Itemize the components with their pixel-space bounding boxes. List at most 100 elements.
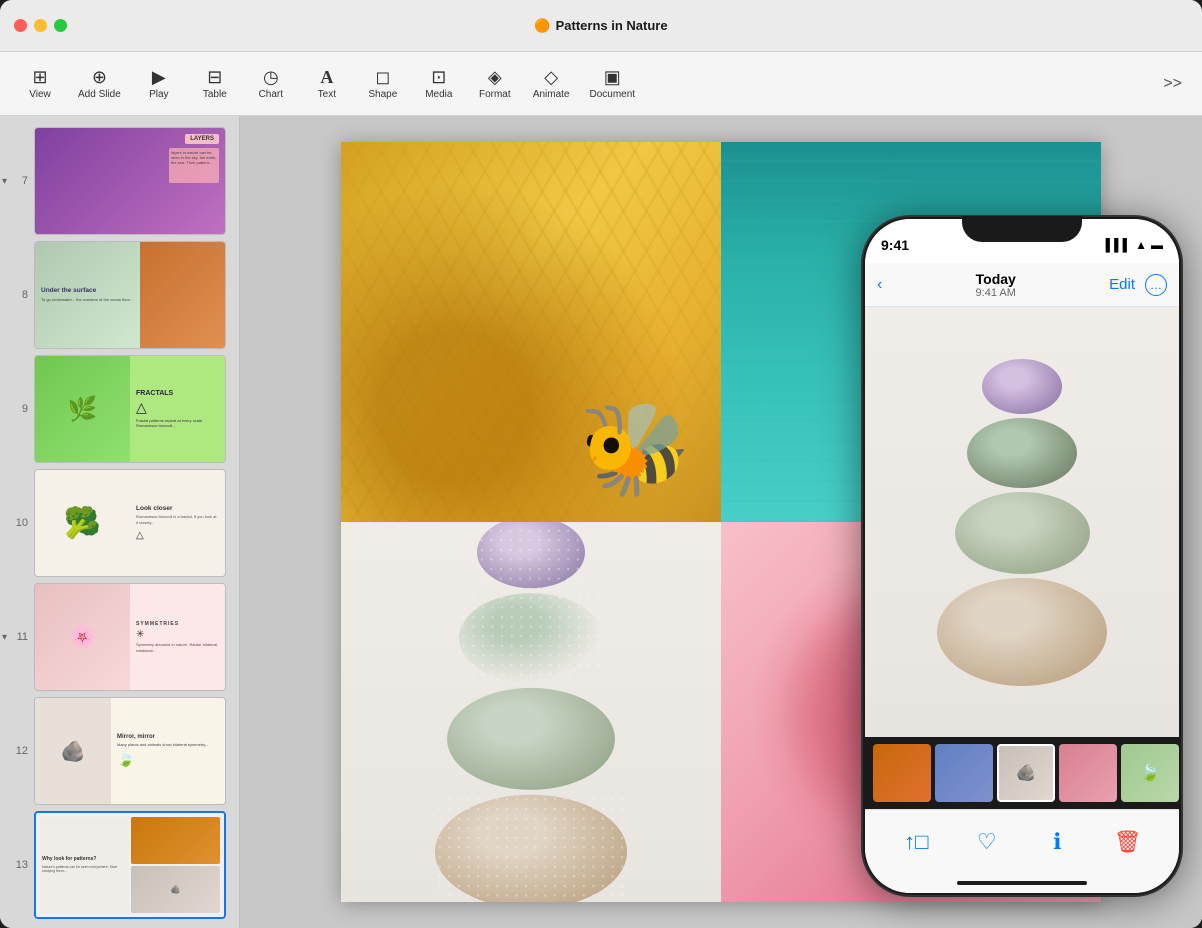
slide-item-12[interactable]: 12 🪨 Mirror, mirror Many plants and anim…	[0, 694, 239, 808]
phone-more-button[interactable]: …	[1145, 274, 1167, 296]
format-label: Format	[479, 89, 511, 100]
phone-toolbar: ↑□ ♡ ℹ 🗑	[865, 809, 1179, 873]
slide-item-7[interactable]: ▾ 7 LAYERS layers in nature can be seen …	[0, 124, 239, 238]
urchin-stack-left	[435, 522, 627, 902]
slide-item-11[interactable]: ▾ 11 🌸 SYMMETRIES ✳ Symmetry abounds in …	[0, 580, 239, 694]
collapse-arrow-7[interactable]: ▾	[2, 176, 7, 187]
urchin-mid2	[447, 687, 615, 789]
animate-icon: ◇	[544, 68, 558, 86]
slide-item-9[interactable]: 9 🌿 FRACTALS △ Fractal patterns repeat a…	[0, 352, 239, 466]
phone-thumbnails: 🪨 🍃	[865, 737, 1179, 809]
slide-thumb-8[interactable]: Under the surface To go underwater... th…	[34, 241, 226, 349]
slide-number-9: 9	[8, 403, 28, 415]
phone-edit-button[interactable]: Edit	[1109, 276, 1135, 293]
slide-thumb-11[interactable]: 🌸 SYMMETRIES ✳ Symmetry abounds in natur…	[34, 583, 226, 691]
media-label: Media	[425, 89, 452, 100]
toolbar-play[interactable]: ▶ Play	[131, 64, 187, 104]
minimize-button[interactable]	[34, 19, 47, 32]
document-icon: ▣	[604, 68, 621, 86]
slide-thumb-10[interactable]: 🥦 Look closer Romanesco broccoli is a fr…	[34, 469, 226, 577]
phone-nav-title-sub: 9:41 AM	[882, 287, 1109, 299]
phone-urchin-2	[967, 418, 1077, 488]
phone-delete-button[interactable]: 🗑	[1110, 824, 1146, 860]
share-icon: ↑□	[904, 829, 928, 855]
toolbar-add-slide[interactable]: ⊕ Add Slide	[68, 64, 131, 104]
play-icon: ▶	[152, 68, 166, 86]
toolbar-text[interactable]: A Text	[299, 64, 355, 104]
info-icon: ℹ	[1053, 829, 1061, 855]
toolbar-animate[interactable]: ◇ Animate	[523, 64, 580, 104]
phone-thumb-1[interactable]	[873, 744, 931, 802]
slide-item-13[interactable]: 13 Why look for patterns? Nature's patte…	[0, 808, 239, 922]
table-icon: ⊟	[207, 68, 222, 86]
signal-icon: ▌▌▌	[1106, 238, 1132, 252]
toolbar-document[interactable]: ▣ Document	[580, 64, 646, 104]
phone-nav-title: Today 9:41 AM	[882, 271, 1109, 299]
shape-label: Shape	[368, 89, 397, 100]
keynote-icon: 🟠	[534, 18, 550, 34]
slide-cell-urchin-left	[341, 522, 721, 902]
slide-cell-honeycomb: 🐝	[341, 142, 721, 522]
slide-number-8: 8	[8, 289, 28, 301]
phone-screen: 9:41 ▌▌▌ ▲ ▬ ‹	[865, 219, 1179, 893]
traffic-lights	[14, 19, 67, 32]
phone-urchin-3	[955, 492, 1090, 574]
phone-nav-bar: ‹ Today 9:41 AM Edit …	[865, 263, 1179, 307]
phone-overlay: 9:41 ▌▌▌ ▲ ▬ ‹	[842, 176, 1182, 896]
chart-icon: ◷	[263, 68, 279, 86]
slide-item-8[interactable]: 8 Under the surface To go underwater... …	[0, 238, 239, 352]
phone-favorite-button[interactable]: ♡	[969, 824, 1005, 860]
close-button[interactable]	[14, 19, 27, 32]
toolbar: ⊞ View ⊕ Add Slide ▶ Play ⊟ Table ◷ Char…	[0, 52, 1202, 116]
phone-urchin-4	[937, 578, 1107, 686]
toolbar-view[interactable]: ⊞ View	[12, 64, 68, 104]
add-slide-icon: ⊕	[92, 68, 107, 86]
slide-thumb-7[interactable]: LAYERS layers in nature can be seen in t…	[34, 127, 226, 235]
toolbar-shape[interactable]: ◻ Shape	[355, 64, 411, 104]
add-slide-label: Add Slide	[78, 89, 121, 100]
toolbar-media[interactable]: ⊡ Media	[411, 64, 467, 104]
slide-thumb-12[interactable]: 🪨 Mirror, mirror Many plants and animals…	[34, 697, 226, 805]
slide-number-7: 7	[8, 175, 28, 187]
battery-icon: ▬	[1151, 238, 1163, 252]
phone-thumb-4[interactable]	[1059, 744, 1117, 802]
slide-item-10[interactable]: 10 🥦 Look closer Romanesco broccoli is a…	[0, 466, 239, 580]
slide-number-11: 11	[8, 631, 28, 643]
phone-info-button[interactable]: ℹ	[1039, 824, 1075, 860]
phone-nav-title-main: Today	[882, 271, 1109, 287]
phone-nav-actions: Edit …	[1109, 274, 1167, 296]
toolbar-more[interactable]: >>	[1155, 71, 1190, 97]
chart-label: Chart	[259, 89, 283, 100]
text-icon: A	[320, 68, 333, 86]
animate-label: Animate	[533, 89, 570, 100]
phone-thumb-3-selected[interactable]: 🪨	[997, 744, 1055, 802]
canvas-area: 🐝	[240, 116, 1202, 928]
honeycomb-image: 🐝	[341, 142, 721, 522]
view-label: View	[29, 89, 51, 100]
phone-thumb-5[interactable]: 🍃	[1121, 744, 1179, 802]
titlebar: 🟠 Patterns in Nature	[0, 0, 1202, 52]
toolbar-table[interactable]: ⊟ Table	[187, 64, 243, 104]
wifi-icon: ▲	[1135, 238, 1147, 252]
phone-urchin-stack	[937, 359, 1107, 686]
phone-share-button[interactable]: ↑□	[898, 824, 934, 860]
toolbar-format[interactable]: ◈ Format	[467, 64, 523, 104]
toolbar-chart[interactable]: ◷ Chart	[243, 64, 299, 104]
slide-panel: ▾ 7 LAYERS layers in nature can be seen …	[0, 116, 240, 928]
phone-main-image	[865, 307, 1179, 737]
slide-thumb-9[interactable]: 🌿 FRACTALS △ Fractal patterns repeat at …	[34, 355, 226, 463]
slide-thumb-13[interactable]: Why look for patterns? Nature's patterns…	[34, 811, 226, 919]
urchin-mid	[459, 593, 603, 683]
phone-shell: 9:41 ▌▌▌ ▲ ▬ ‹	[862, 216, 1182, 896]
collapse-arrow-11[interactable]: ▾	[2, 632, 7, 643]
play-label: Play	[149, 89, 168, 100]
more-ellipsis-icon: …	[1150, 279, 1162, 291]
fullscreen-button[interactable]	[54, 19, 67, 32]
urchin-bot	[435, 794, 627, 902]
slide-number-10: 10	[8, 517, 28, 529]
main-content: ▾ 7 LAYERS layers in nature can be seen …	[0, 116, 1202, 928]
phone-home-indicator	[865, 873, 1179, 893]
slide-number-13: 13	[8, 859, 28, 871]
phone-notch	[962, 219, 1082, 242]
phone-thumb-2[interactable]	[935, 744, 993, 802]
